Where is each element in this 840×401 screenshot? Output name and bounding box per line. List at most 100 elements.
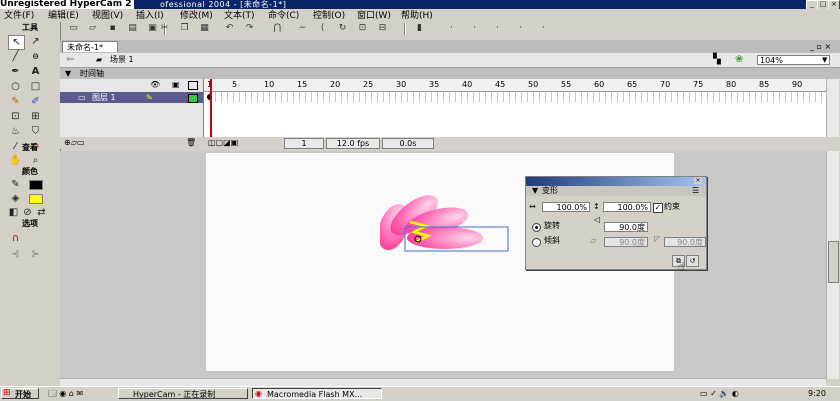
menu-window[interactable]: 窗口(W) <box>357 10 391 22</box>
menu-help[interactable]: 帮助(H) <box>401 10 433 22</box>
close-button[interactable]: × <box>828 0 840 9</box>
redo-icon[interactable]: ↷ <box>244 23 255 34</box>
rotate-icon[interactable]: ↻ <box>337 23 348 34</box>
paste-icon[interactable]: ▦ <box>199 23 210 34</box>
back-arrow-icon[interactable]: ⇐ <box>66 55 74 65</box>
document-tab[interactable]: 未命名-1* <box>62 41 118 52</box>
collapse-arrow-icon[interactable]: ▼ <box>532 186 538 196</box>
no-color-icon[interactable]: ⊘ <box>20 206 35 219</box>
stroke-color-swatch[interactable] <box>29 180 43 190</box>
rewind-icon[interactable]: ▮ <box>414 23 425 34</box>
pencil-tool-icon[interactable]: ✎ <box>8 95 23 108</box>
collapse-icon[interactable]: ▼ <box>65 68 71 79</box>
timeline-scrollbar[interactable] <box>826 79 839 137</box>
copy-icon[interactable]: ❐ <box>179 23 190 34</box>
line-tool-icon[interactable]: ╱ <box>8 50 23 63</box>
pen-tool-icon[interactable]: ✒ <box>8 65 23 78</box>
snap-magnet-icon[interactable]: ∩ <box>8 232 23 245</box>
scroll-thumb[interactable] <box>828 241 839 283</box>
menu-view[interactable]: 视图(V) <box>92 10 123 22</box>
default-colors-icon[interactable]: ◧ <box>6 206 21 219</box>
delete-layer-icon[interactable]: 🗑 <box>186 137 196 149</box>
open-icon[interactable]: ▱ <box>87 23 98 34</box>
rotate-radio[interactable] <box>532 223 541 232</box>
stop-icon[interactable]: · <box>469 23 480 34</box>
oval-tool-icon[interactable]: ○ <box>8 80 23 93</box>
frame-ruler[interactable]: 1 5 10 15 20 25 30 35 40 45 50 55 60 65 … <box>204 79 826 92</box>
play-icon[interactable]: · <box>492 23 503 34</box>
timeline-frames[interactable]: 1 5 10 15 20 25 30 35 40 45 50 55 60 65 … <box>204 79 826 137</box>
constrain-checkbox[interactable]: ✓ <box>653 203 663 213</box>
fill-transform-tool-icon[interactable]: ⊞ <box>28 110 43 123</box>
free-transform-tool-icon[interactable]: ⊡ <box>8 110 23 123</box>
flower-drawing[interactable] <box>380 170 520 260</box>
chevron-down-icon[interactable]: ▼ <box>822 56 827 64</box>
tray-icons[interactable]: ▭ ✓ 🔊 ◐ <box>700 387 739 400</box>
snap-icon[interactable]: ⋂ <box>272 23 283 34</box>
timeline-header[interactable]: ▼ 时间轴 <box>60 68 840 79</box>
cut-icon[interactable]: ✂ <box>159 23 170 34</box>
panel-header[interactable]: ▼ 变形 ☰ <box>526 186 706 196</box>
fill-color-swatch[interactable] <box>29 194 43 204</box>
smooth-option-icon[interactable]: ⊰ <box>8 248 23 261</box>
panel-menu-icon[interactable]: ☰ <box>692 186 699 196</box>
undo-icon[interactable]: ↶ <box>224 23 235 34</box>
brush-tool-icon[interactable]: ✐ <box>28 95 43 108</box>
edit-symbol-icon[interactable]: ❀ <box>735 54 743 65</box>
step-forward-icon[interactable]: · <box>515 23 526 34</box>
reset-transform-button[interactable]: ↺ <box>686 255 699 267</box>
add-layer-icon[interactable]: ⊕▱▭ <box>64 137 84 149</box>
ink-bottle-tool-icon[interactable]: ♨ <box>8 125 23 138</box>
skew-radio[interactable] <box>532 238 541 247</box>
forward-icon[interactable]: · <box>538 23 549 34</box>
panel-close-button[interactable]: × <box>694 177 702 184</box>
onion-skin-icons[interactable]: ◫▢◪▣ <box>208 137 238 149</box>
menu-edit[interactable]: 编辑(E) <box>48 10 79 22</box>
align-icon[interactable]: ⊟ <box>377 23 388 34</box>
layer-color-icon[interactable] <box>188 94 198 103</box>
zoom-tool-icon[interactable]: ⌕ <box>28 154 43 167</box>
height-field[interactable]: 100.0% <box>603 202 651 212</box>
step-back-icon[interactable]: · <box>446 23 457 34</box>
eye-icon[interactable]: 👁 <box>150 80 160 89</box>
menu-commands[interactable]: 命令(C) <box>268 10 299 22</box>
menu-modify[interactable]: 修改(M) <box>180 10 213 22</box>
panel-title-bar[interactable]: × <box>526 177 706 186</box>
straighten-icon[interactable]: ⟨ <box>317 23 328 34</box>
menu-text[interactable]: 文本(T) <box>224 10 255 22</box>
scale-icon[interactable]: ⊡ <box>357 23 368 34</box>
rectangle-tool-icon[interactable]: □ <box>28 80 43 93</box>
outline-icon[interactable] <box>188 81 198 90</box>
print-icon[interactable]: ▤ <box>127 23 138 34</box>
hand-tool-icon[interactable]: ✋ <box>8 154 23 167</box>
menu-file[interactable]: 文件(F) <box>4 10 34 22</box>
layer-row[interactable]: ▭ 图层 1 ✎ <box>60 92 203 103</box>
task-flash[interactable]: Macromedia Flash MX... <box>252 388 382 399</box>
rotate-field[interactable]: 90.0度 <box>604 222 648 232</box>
swap-colors-icon[interactable]: ⇄ <box>34 206 49 219</box>
doc-window-controls[interactable]: _ ▫ × <box>810 42 831 51</box>
arrow-tool-icon[interactable]: ↖ <box>8 35 25 50</box>
width-field[interactable]: 100.0% <box>542 202 590 212</box>
lock-icon[interactable]: ▣ <box>172 80 180 89</box>
straighten-option-icon[interactable]: ⊱ <box>28 248 43 261</box>
zoom-select[interactable]: 104% <box>757 55 830 65</box>
smooth-icon[interactable]: ∼ <box>297 23 308 34</box>
menu-control[interactable]: 控制(O) <box>313 10 345 22</box>
paint-bucket-tool-icon[interactable]: ⛉ <box>28 125 43 138</box>
subselect-tool-icon[interactable]: ↗ <box>28 35 43 48</box>
playhead[interactable] <box>210 79 212 137</box>
skew-horizontal-field[interactable]: 90.0度 <box>604 237 648 247</box>
save-icon[interactable]: ▪ <box>107 23 118 34</box>
frame-row[interactable] <box>204 92 826 102</box>
stage-vertical-scrollbar[interactable] <box>826 151 839 379</box>
task-hypercam[interactable]: HyperCam - 正在录制 <box>118 388 248 399</box>
lasso-tool-icon[interactable]: ɵ <box>28 50 43 63</box>
new-icon[interactable]: ▭ <box>68 23 79 34</box>
menu-insert[interactable]: 插入(I) <box>136 10 164 22</box>
skew-vertical-field[interactable]: 90.0度 <box>664 237 706 247</box>
edit-scene-icon[interactable]: ▚ <box>713 54 721 65</box>
print-preview-icon[interactable]: ▣ <box>147 23 158 34</box>
text-tool-icon[interactable]: A <box>28 65 43 78</box>
quick-launch-icons[interactable]: 🗔 ◉ ⌂ ✉ <box>48 387 83 400</box>
